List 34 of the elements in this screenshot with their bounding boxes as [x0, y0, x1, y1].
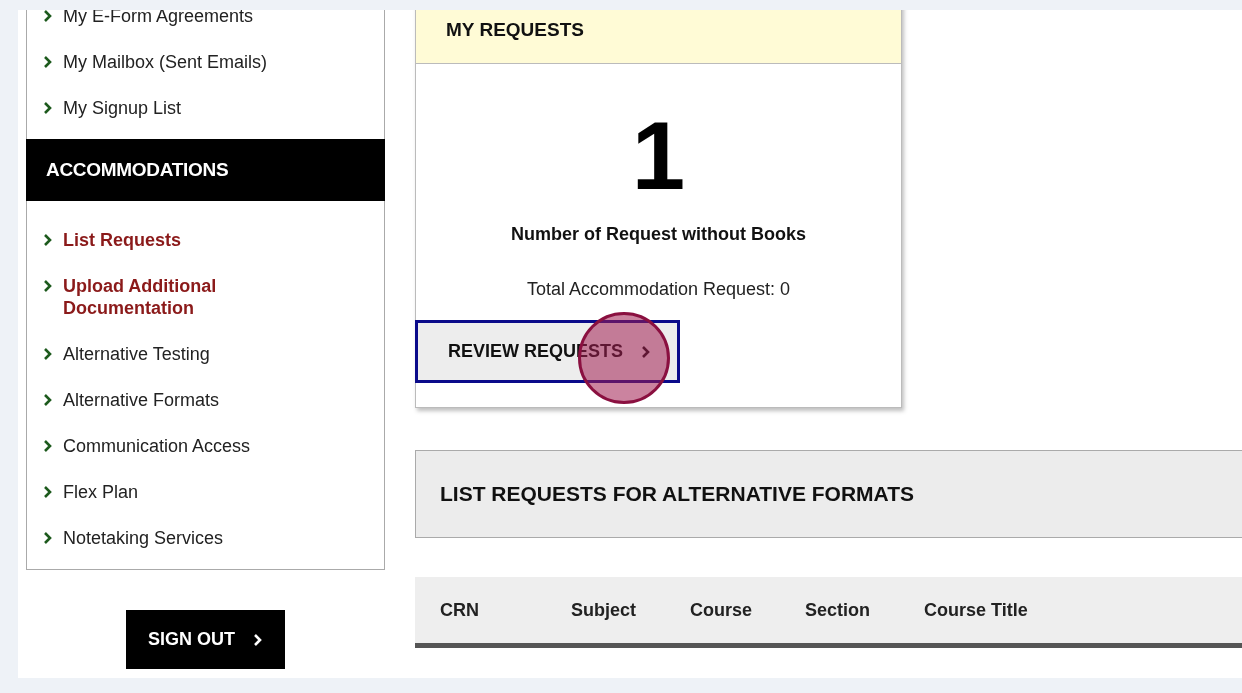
chevron-icon: [43, 393, 53, 407]
chevron-icon: [43, 485, 53, 499]
column-header: CRN: [440, 599, 480, 621]
sidebar-link[interactable]: List Requests: [43, 217, 384, 263]
chevron-icon: [43, 439, 53, 453]
column-header: Subject: [571, 599, 637, 621]
chevron-icon: [253, 632, 263, 647]
chevron-icon: [43, 347, 53, 361]
sidebar-link[interactable]: My Mailbox (Sent Emails): [43, 39, 384, 85]
card-title: MY REQUESTS: [416, 10, 901, 64]
chevron-icon: [641, 344, 652, 359]
chevron-icon: [43, 279, 53, 293]
chevron-icon: [43, 10, 53, 23]
panel-title: LIST REQUESTS FOR ALTERNATIVE FORMATS: [440, 482, 915, 506]
sidebar-link[interactable]: Communication Access: [43, 423, 384, 469]
column-header: Course Title: [924, 599, 1029, 621]
request-count: 1: [631, 106, 686, 206]
sidebar-link[interactable]: My Signup List: [43, 85, 384, 131]
sidebar-link[interactable]: Upload Additional Documentation: [43, 263, 384, 331]
sign-out-button[interactable]: SIGN OUT: [126, 610, 285, 669]
total-text: Total Accommodation Request: 0: [526, 279, 791, 300]
sidebar-link[interactable]: Flex Plan: [43, 469, 384, 515]
sidebar-link[interactable]: My E-Form Agreements: [43, 10, 384, 39]
sidebar-link[interactable]: Alternative Testing: [43, 331, 384, 377]
column-header: Section: [805, 599, 871, 621]
section-header: ACCOMMODATIONS: [26, 139, 385, 201]
count-caption: Number of Request without Books: [511, 224, 806, 245]
chevron-icon: [43, 233, 53, 247]
chevron-icon: [43, 531, 53, 545]
sidebar-link[interactable]: Alternative Formats: [43, 377, 384, 423]
column-header: Course: [690, 599, 753, 621]
chevron-icon: [43, 101, 53, 115]
sidebar-link[interactable]: Notetaking Services: [43, 515, 384, 561]
chevron-icon: [43, 55, 53, 69]
